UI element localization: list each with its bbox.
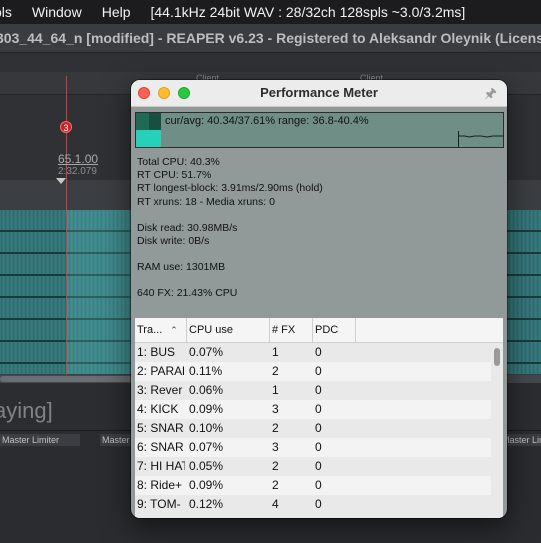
- track-name-cell: 1: BUS: [137, 345, 176, 359]
- pdc-cell: 0: [315, 364, 322, 378]
- fx-count-cell: 2: [272, 478, 279, 492]
- pdc-cell: 0: [315, 345, 322, 359]
- cpu-use-cell: 0.07%: [189, 440, 224, 454]
- pdc-cell: 0: [315, 497, 322, 511]
- column-label: Tra...: [137, 324, 163, 336]
- fx-count-cell: 2: [272, 421, 279, 435]
- cpu-use-cell: 0.11%: [189, 364, 223, 378]
- fx-count-cell: 2: [272, 459, 279, 473]
- table-row[interactable]: 6: SNAR 0.07% 3 0: [135, 438, 491, 457]
- pdc-cell: 0: [315, 478, 322, 492]
- pdc-cell: 0: [315, 421, 322, 435]
- fx-count-cell: 1: [272, 383, 279, 397]
- vertical-scrollbar[interactable]: [493, 345, 501, 515]
- close-button[interactable]: [138, 87, 150, 99]
- cpu-history-graph: [458, 131, 504, 147]
- table-row[interactable]: 3: Rever 0.06% 1 0: [135, 381, 491, 400]
- edit-cursor-time: 2:32.079: [58, 166, 97, 177]
- cpu-meter-bar-avg: [136, 130, 161, 147]
- pdc-cell: 0: [315, 383, 322, 397]
- table-row[interactable]: 9: TOM- 0.12% 4 0: [135, 495, 491, 514]
- track-name-cell: 5: SNAR: [137, 421, 184, 435]
- track-cpu-table[interactable]: Tra... ⌃ CPU use # FX PDC 1: BUS 0.07% 1 0 2:…: [135, 318, 503, 518]
- column-header-fx[interactable]: # FX: [270, 318, 313, 342]
- column-header-track[interactable]: Tra... ⌃: [135, 318, 187, 342]
- cpu-meter: cur/avg: 40.34/37.61% range: 36.8-40.4%: [135, 112, 504, 148]
- pdc-cell: 0: [315, 440, 322, 454]
- table-header: Tra... ⌃ CPU use # FX PDC: [135, 318, 503, 343]
- track-name-cell: 8: Ride+: [137, 478, 183, 492]
- vertical-scroll-thumb[interactable]: [494, 348, 500, 366]
- cpu-meter-readout: cur/avg: 40.34/37.61% range: 36.8-40.4%: [165, 115, 369, 127]
- table-row[interactable]: 8: Ride+ 0.09% 2 0: [135, 476, 491, 495]
- marker-badge[interactable]: 3: [60, 121, 72, 133]
- fx-count-cell: 3: [272, 402, 279, 416]
- disk-read: Disk read: 30.98MB/s: [137, 221, 238, 234]
- cpu-use-cell: 0.05%: [189, 459, 224, 473]
- track-name-cell: 7: HI HAT: [137, 459, 185, 473]
- pin-icon[interactable]: 🖈: [484, 83, 497, 107]
- table-row[interactable]: 4: KICK 0.09% 3 0: [135, 400, 491, 419]
- audio-status[interactable]: [44.1kHz 24bit WAV : 28/32ch 128spls ~3.…: [151, 4, 466, 20]
- rt-xruns: RT xruns: 18 - Media xruns: 0: [137, 195, 275, 208]
- sort-ascending-icon: ⌃: [170, 325, 178, 335]
- minimize-button[interactable]: [158, 87, 170, 99]
- cpu-use-cell: 0.12%: [189, 497, 224, 511]
- cpu-use-cell: 0.06%: [189, 383, 224, 397]
- rt-longest-block: RT longest-block: 3.91ms/2.90ms (hold): [137, 182, 323, 195]
- track-name-cell: 9: TOM-: [137, 497, 181, 511]
- menu-tools[interactable]: ols: [0, 4, 12, 20]
- pdc-cell: 0: [315, 459, 322, 473]
- fx-slot[interactable]: Master Limiter: [0, 434, 80, 446]
- table-row[interactable]: 1: BUS 0.07% 1 0: [135, 343, 491, 362]
- column-header-cpu[interactable]: CPU use: [187, 318, 270, 342]
- reaper-window-title: 303_44_64_n [modified] - REAPER v6.23 - …: [0, 24, 541, 53]
- menu-help[interactable]: Help: [102, 4, 131, 20]
- disk-write: Disk write: 0B/s: [137, 235, 210, 248]
- time-selection[interactable]: [67, 210, 133, 374]
- menu-window[interactable]: Window: [32, 4, 82, 20]
- track-name-cell: 3: Rever: [137, 383, 183, 397]
- fx-count-cell: 2: [272, 364, 279, 378]
- fx-slot[interactable]: Master Limiter: [506, 434, 541, 446]
- performance-stats: Total CPU: 40.3% RT CPU: 51.7% RT longes…: [137, 156, 323, 301]
- maximize-button[interactable]: [178, 87, 190, 99]
- pdc-cell: 0: [315, 402, 322, 416]
- fx-count-cell: 1: [272, 345, 279, 359]
- fx-count-cell: 4: [272, 497, 279, 511]
- menu-bar: ols Window Help [44.1kHz 24bit WAV : 28/…: [0, 0, 541, 24]
- rt-cpu: RT CPU: 51.7%: [137, 169, 212, 182]
- table-row[interactable]: 2: PARAl 0.11% 2 0: [135, 362, 491, 381]
- cpu-use-cell: 0.07%: [189, 345, 224, 359]
- table-row[interactable]: 7: HI HAT 0.05% 2 0: [135, 457, 491, 476]
- cpu-meter-bar-peak: [149, 113, 161, 130]
- column-header-pdc[interactable]: PDC: [313, 318, 356, 342]
- track-name-cell: 4: KICK: [137, 402, 179, 416]
- fx-slot[interactable]: Master: [100, 434, 132, 446]
- edit-cursor-icon[interactable]: [56, 178, 66, 184]
- edit-cursor-position: 65.1.00: [58, 152, 99, 166]
- track-name-cell: 6: SNAR: [137, 440, 184, 454]
- fx-cpu: 640 FX: 21.43% CPU: [137, 287, 238, 300]
- cpu-use-cell: 0.09%: [189, 478, 224, 492]
- fx-count-cell: 3: [272, 440, 279, 454]
- performance-meter-window: Performance Meter 🖈 cur/avg: 40.34/37.61…: [131, 80, 507, 518]
- window-titlebar[interactable]: Performance Meter 🖈: [131, 80, 507, 107]
- total-cpu: Total CPU: 40.3%: [137, 156, 220, 168]
- table-row[interactable]: 5: SNAR 0.10% 2 0: [135, 419, 491, 438]
- track-name-cell: 2: PARAl: [137, 364, 185, 378]
- cpu-use-cell: 0.10%: [189, 421, 224, 435]
- ram-use: RAM use: 1301MB: [137, 261, 226, 274]
- table-body: 1: BUS 0.07% 1 0 2: PARAl 0.11% 2 0 3: Rever 0.06…: [135, 343, 491, 514]
- cpu-use-cell: 0.09%: [189, 402, 224, 416]
- transport-status: aying]: [0, 398, 53, 423]
